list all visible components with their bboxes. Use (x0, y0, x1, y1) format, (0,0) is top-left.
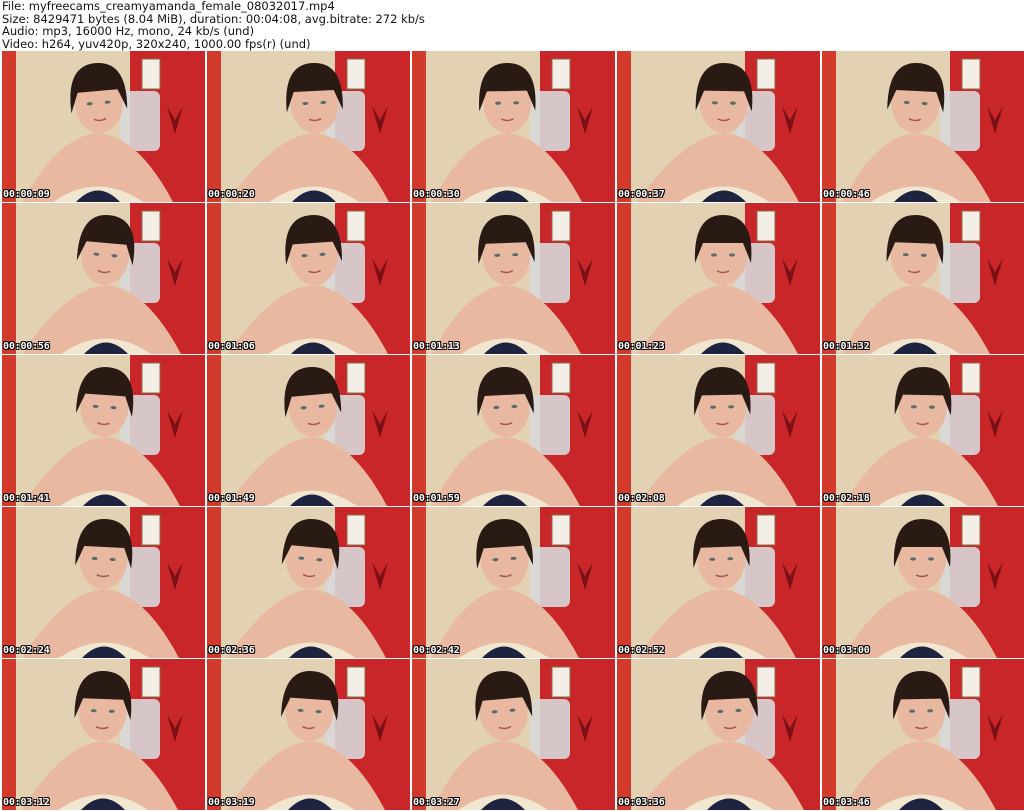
thumbnail-timestamp: 00:01:41 (3, 493, 50, 504)
video-info-line: Video: h264, yuv420p, 320x240, 1000.00 f… (2, 36, 311, 51)
video-thumbnail: 00:02:24 (2, 507, 205, 658)
webcam-frame-image (2, 355, 205, 506)
video-thumbnail: 00:03:27 (412, 659, 615, 810)
webcam-frame-image (822, 355, 1024, 506)
thumbnail-timestamp: 00:03:00 (823, 645, 870, 656)
video-thumbnail: 00:00:09 (2, 51, 205, 202)
webcam-frame-image (617, 507, 820, 658)
video-thumbnail: 00:02:18 (822, 355, 1024, 506)
thumbnail-timestamp: 00:02:24 (3, 645, 50, 656)
webcam-frame-image (617, 203, 820, 354)
audio-info-line: Audio: mp3, 16000 Hz, mono, 24 kb/s (und… (2, 24, 255, 38)
webcam-frame-image (617, 355, 820, 506)
video-thumbnail: 00:01:32 (822, 203, 1024, 354)
video-thumbnail: 00:01:41 (2, 355, 205, 506)
video-thumbnail: 00:03:19 (207, 659, 410, 810)
thumbnail-timestamp: 00:00:20 (208, 189, 255, 200)
webcam-frame-image (2, 507, 205, 658)
video-thumbnail: 00:02:42 (412, 507, 615, 658)
video-thumbnail: 00:01:13 (412, 203, 615, 354)
video-thumbnail: 00:02:36 (207, 507, 410, 658)
thumbnail-timestamp: 00:03:12 (3, 797, 50, 808)
webcam-frame-image (207, 507, 410, 658)
webcam-frame-image (207, 203, 410, 354)
thumbnail-timestamp: 00:03:27 (413, 797, 460, 808)
thumbnail-timestamp: 00:00:30 (413, 189, 460, 200)
webcam-frame-image (412, 355, 615, 506)
thumbnail-timestamp: 00:02:18 (823, 493, 870, 504)
webcam-frame-image (207, 659, 410, 810)
thumbnail-timestamp: 00:00:46 (823, 189, 870, 200)
thumbnail-timestamp: 00:01:23 (618, 341, 665, 352)
webcam-frame-image (207, 51, 410, 202)
video-thumbnail: 00:01:49 (207, 355, 410, 506)
video-thumbnail: 00:03:46 (822, 659, 1024, 810)
thumbnail-timestamp: 00:00:37 (618, 189, 665, 200)
thumbnail-timestamp: 00:02:52 (618, 645, 665, 656)
video-thumbnail: 00:03:00 (822, 507, 1024, 658)
video-thumbnail: 00:03:36 (617, 659, 820, 810)
webcam-frame-image (2, 659, 205, 810)
webcam-frame-image (412, 203, 615, 354)
file-info-header: File: myfreecams_creamyamanda_female_080… (2, 0, 1022, 50)
video-thumbnail: 00:00:37 (617, 51, 820, 202)
thumbnail-grid: 00:00:09 00:00:20 00:00:30 00:00:37 00:00:46… (2, 51, 1024, 810)
webcam-frame-image (617, 659, 820, 810)
webcam-frame-image (822, 507, 1024, 658)
video-thumbnail: 00:00:46 (822, 51, 1024, 202)
thumbnail-timestamp: 00:02:08 (618, 493, 665, 504)
video-thumbnail: 00:00:20 (207, 51, 410, 202)
file-name-line: File: myfreecams_creamyamanda_female_080… (2, 0, 335, 13)
video-thumbnail: 00:01:06 (207, 203, 410, 354)
thumbnail-timestamp: 00:01:49 (208, 493, 255, 504)
webcam-frame-image (207, 355, 410, 506)
thumbnail-timestamp: 00:01:06 (208, 341, 255, 352)
thumbnail-timestamp: 00:00:09 (3, 189, 50, 200)
thumbnail-timestamp: 00:00:56 (3, 341, 50, 352)
webcam-frame-image (822, 51, 1024, 202)
webcam-frame-image (412, 659, 615, 810)
webcam-frame-image (822, 203, 1024, 354)
webcam-frame-image (2, 51, 205, 202)
thumbnail-timestamp: 00:02:36 (208, 645, 255, 656)
video-thumbnail: 00:01:23 (617, 203, 820, 354)
webcam-frame-image (2, 203, 205, 354)
thumbnail-timestamp: 00:03:19 (208, 797, 255, 808)
webcam-frame-image (822, 659, 1024, 810)
thumbnail-timestamp: 00:01:59 (413, 493, 460, 504)
video-thumbnail: 00:02:08 (617, 355, 820, 506)
video-thumbnail: 00:00:56 (2, 203, 205, 354)
thumbnail-timestamp: 00:01:13 (413, 341, 460, 352)
thumbnail-timestamp: 00:03:36 (618, 797, 665, 808)
thumbnail-timestamp: 00:02:42 (413, 645, 460, 656)
video-thumbnail: 00:00:30 (412, 51, 615, 202)
video-thumbnail: 00:02:52 (617, 507, 820, 658)
thumbnail-timestamp: 00:03:46 (823, 797, 870, 808)
webcam-frame-image (617, 51, 820, 202)
video-thumbnail: 00:01:59 (412, 355, 615, 506)
thumbnail-timestamp: 00:01:32 (823, 341, 870, 352)
webcam-frame-image (412, 51, 615, 202)
webcam-frame-image (412, 507, 615, 658)
video-thumbnail: 00:03:12 (2, 659, 205, 810)
